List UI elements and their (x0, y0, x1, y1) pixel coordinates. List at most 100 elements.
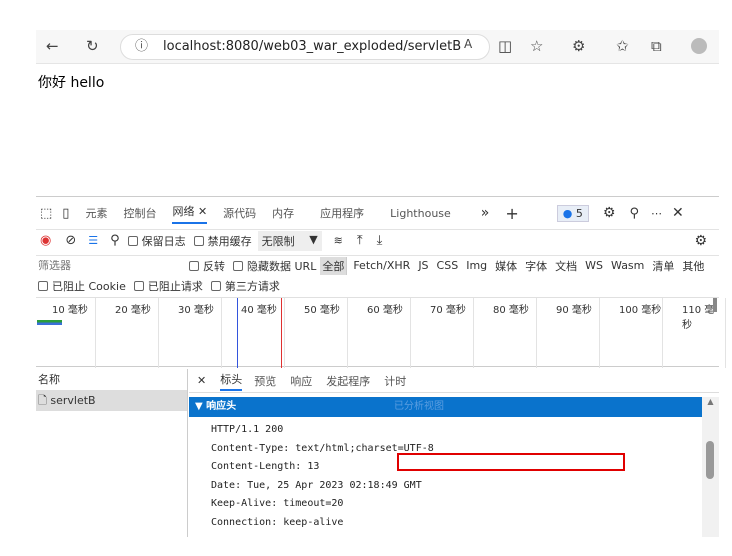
tab-preview[interactable]: 预览 (254, 373, 276, 389)
type-filter-all[interactable]: 全部 (320, 256, 348, 275)
record-icon[interactable]: ◉ (40, 233, 51, 248)
tab-network[interactable]: 网络 ✕ (172, 203, 208, 224)
favorites-icon[interactable]: ✩ (616, 37, 629, 55)
search-icon[interactable]: ⚲ (110, 233, 120, 248)
request-row[interactable]: 🗋 servletB (36, 391, 187, 411)
load-line (281, 298, 282, 368)
scroll-up-icon[interactable]: ▲ (702, 397, 719, 406)
tab-timing[interactable]: 计时 (384, 373, 406, 389)
name-column-header[interactable]: 名称 (36, 369, 187, 391)
profile-icon[interactable] (691, 38, 707, 54)
scrollbar-thumb[interactable] (706, 441, 714, 479)
tab-console[interactable]: 控制台 (123, 205, 156, 221)
preserve-log-checkbox[interactable] (127, 235, 138, 246)
type-filter-other[interactable]: 其他 (682, 258, 704, 274)
tab-headers[interactable]: 标头 (220, 371, 243, 391)
blocked-cookies-checkbox[interactable] (38, 281, 48, 291)
type-filter-img[interactable]: Img (466, 259, 487, 272)
type-filter-fetch-xhr[interactable]: Fetch/XHR (353, 259, 410, 272)
devtools-panel: ⬚ ▯ 元素 控制台 网络 ✕ 源代码 内存 应用程序 Lighthouse »… (36, 196, 726, 537)
refresh-icon[interactable]: ↻ (86, 37, 99, 55)
browser-toolbar: ← ↻ ⓘ localhost:8080/web03_war_exploded/s… (36, 30, 719, 64)
tab-response[interactable]: 响应 (290, 373, 312, 389)
section-title: ▼ 响应头 (195, 401, 237, 412)
timeline-tick: 10 毫秒 (52, 305, 88, 316)
throttle-select[interactable]: 无限制 ▼ (257, 230, 322, 251)
response-header-line: HTTP/1.1 200 (211, 424, 284, 435)
export-icon[interactable]: ⤓ (377, 233, 383, 248)
blocked-cookies-label: 已阻止 Cookie (52, 280, 126, 293)
timeline-tick: 20 毫秒 (115, 305, 151, 316)
tab-application[interactable]: 应用程序 (320, 205, 364, 221)
extensions-icon[interactable]: ⚙ (572, 37, 585, 55)
response-header-line: Date: Tue, 25 Apr 2023 02:18:49 GMT (211, 479, 422, 491)
detail-scrollbar[interactable]: ▲ (702, 397, 719, 537)
read-aloud-icon[interactable]: A (464, 37, 472, 51)
add-tab-icon[interactable]: + (505, 204, 518, 223)
disable-cache-checkbox[interactable] (193, 235, 204, 246)
type-filter-font[interactable]: 字体 (525, 258, 547, 274)
timeline-tick: 90 毫秒 (556, 305, 592, 316)
reader-view-icon[interactable]: ◫ (498, 37, 512, 55)
request-name: servletB (50, 394, 96, 407)
preserve-log-label: 保留日志 (141, 234, 186, 248)
more-tabs-icon[interactable]: » (481, 205, 490, 221)
timeline-gridline (347, 298, 348, 368)
response-header-line: Content-Length: 13 (211, 461, 320, 472)
timeline-scrollbar[interactable] (713, 298, 717, 312)
throttle-value: 无限制 (261, 234, 295, 248)
inspect-icon[interactable]: ⬚ (40, 206, 52, 221)
parsed-view-toggle[interactable]: 已分析视图 (394, 397, 444, 417)
blocked-requests-label: 已阻止请求 (147, 280, 203, 293)
network-conditions-icon[interactable]: ≋ (334, 234, 343, 247)
invert-checkbox[interactable] (189, 260, 199, 271)
issues-badge[interactable]: ● 5 (556, 204, 589, 222)
request-list: 名称 🗋 servletB (36, 369, 188, 537)
settings-icon[interactable]: ⚙ (603, 205, 616, 221)
type-filter-js[interactable]: JS (418, 259, 428, 272)
address-bar[interactable]: ⓘ localhost:8080/web03_war_exploded/servl… (120, 34, 490, 60)
issue-icon: ● (562, 206, 573, 220)
tab-lighthouse[interactable]: Lighthouse (390, 207, 451, 220)
device-icon[interactable]: ▯ (62, 206, 69, 221)
page-content: 你好 hello (38, 75, 105, 91)
blocked-requests-checkbox[interactable] (133, 281, 144, 291)
filter-input[interactable] (36, 259, 181, 272)
close-detail-icon[interactable]: ✕ (197, 374, 206, 387)
clear-icon[interactable]: ⊘ (65, 233, 76, 248)
type-filter-wasm[interactable]: Wasm (611, 259, 644, 272)
more-icon[interactable]: ⋯ (651, 207, 662, 220)
timeline-overview[interactable]: 10 毫秒 20 毫秒 30 毫秒 40 毫秒 50 毫秒 60 毫秒 70 毫秒 80 毫秒… (36, 297, 726, 368)
third-party-checkbox[interactable] (210, 281, 221, 291)
response-headers-section[interactable]: ▼ 响应头 已分析视图 (189, 397, 702, 417)
type-filter-media[interactable]: 媒体 (495, 258, 517, 274)
timeline-tick: 100 毫秒 (619, 305, 662, 316)
favorite-add-icon[interactable]: ☆ (530, 37, 543, 55)
hide-data-url-checkbox[interactable] (233, 260, 243, 271)
type-filter-ws[interactable]: WS (585, 259, 603, 272)
tab-elements[interactable]: 元素 (85, 205, 107, 221)
filter-icon[interactable]: ☰ (88, 234, 98, 247)
import-icon[interactable]: ⤒ (357, 233, 363, 248)
collections-icon[interactable]: ⧉ (651, 37, 662, 55)
close-devtools-icon[interactable]: ✕ (672, 205, 684, 221)
type-filter-manifest[interactable]: 清单 (652, 258, 674, 274)
timeline-gridline (473, 298, 474, 368)
timeline-gridline (95, 298, 96, 368)
type-filter-doc[interactable]: 文档 (555, 258, 577, 274)
devtools-tabbar: ⬚ ▯ 元素 控制台 网络 ✕ 源代码 内存 应用程序 Lighthouse »… (36, 203, 719, 224)
network-settings-icon[interactable]: ⚙ (694, 233, 707, 249)
close-tab-icon[interactable]: ✕ (198, 205, 207, 218)
tab-memory[interactable]: 内存 (272, 205, 294, 221)
tab-initiator[interactable]: 发起程序 (326, 373, 370, 389)
timeline-tick: 50 毫秒 (304, 305, 340, 316)
back-icon[interactable]: ← (46, 37, 59, 55)
request-bar (37, 320, 62, 325)
type-filter-css[interactable]: CSS (437, 259, 459, 272)
network-toolbar: ◉ ⊘ ☰ ⚲ 保留日志 禁用缓存 无限制 ▼ ≋ ⤒ ⤓ ⚙ (36, 229, 719, 251)
tab-sources[interactable]: 源代码 (223, 205, 256, 221)
filter-bar: 反转 隐藏数据 URL 全部 Fetch/XHR JS CSS Img 媒体 字… (36, 255, 719, 275)
info-icon[interactable]: ⓘ (135, 35, 148, 59)
dock-icon[interactable]: ⚲ (629, 206, 639, 221)
timeline-gridline (221, 298, 222, 368)
